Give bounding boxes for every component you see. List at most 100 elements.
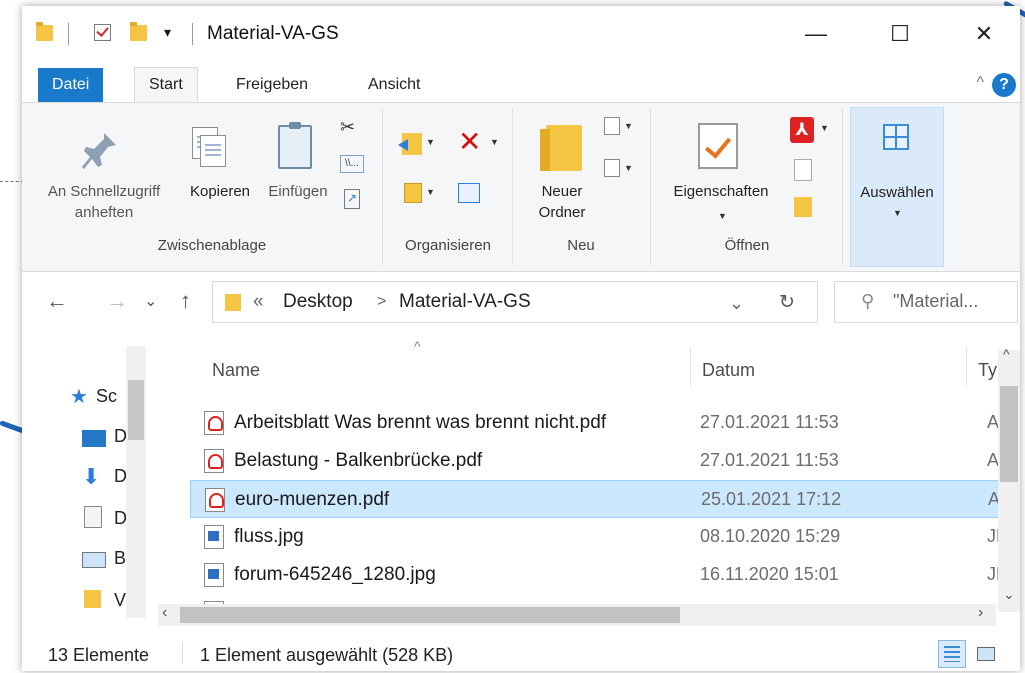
file-name: Belastung - Balkenbrücke.pdf bbox=[234, 450, 483, 471]
minimize-button[interactable]: — bbox=[788, 16, 844, 52]
pin-to-quick-access-button[interactable]: An Schnellzugriff anheften bbox=[26, 181, 182, 223]
item-count: 13 Elemente bbox=[48, 645, 150, 665]
breadcrumb-desktop[interactable]: Desktop bbox=[283, 291, 353, 313]
select-button[interactable]: Auswählen ▼ bbox=[850, 107, 944, 267]
new-item-icon[interactable] bbox=[604, 117, 620, 135]
select-label: Auswählen bbox=[860, 184, 934, 201]
table-row[interactable]: fluss.jpg 08.10.2020 15:29 JPG bbox=[190, 518, 1010, 556]
help-icon[interactable]: ? bbox=[992, 73, 1016, 97]
file-list-scrollbar[interactable]: ^ ⌄ bbox=[998, 346, 1020, 612]
easy-access-icon[interactable] bbox=[604, 159, 620, 177]
table-row-selected[interactable]: euro-muenzen.pdf 25.01.2021 17:12 Ado bbox=[190, 480, 1011, 518]
image-file-icon bbox=[204, 525, 224, 549]
large-icons-view-button[interactable] bbox=[972, 640, 1000, 668]
desktop-icon bbox=[82, 430, 106, 447]
selection-info: 1 Element ausgewählt (528 KB) bbox=[200, 645, 454, 665]
tab-start[interactable]: Start bbox=[134, 67, 198, 103]
nav-item-quick-access[interactable]: Sc bbox=[96, 386, 117, 407]
delete-icon[interactable]: ✕ bbox=[458, 125, 481, 158]
recent-locations-button[interactable]: ⌄ bbox=[144, 291, 157, 311]
chevron-down-icon: ▼ bbox=[718, 211, 727, 221]
paste-shortcut-icon[interactable]: ↗ bbox=[344, 189, 360, 209]
nav-item-folder[interactable]: V bbox=[114, 590, 126, 611]
column-header-name[interactable]: Name bbox=[212, 360, 260, 381]
paste-button[interactable]: Einfügen bbox=[258, 181, 338, 202]
address-bar[interactable]: « Desktop > Material-VA-GS ⌄ ↻ bbox=[212, 281, 818, 323]
chevron-down-icon: ▼ bbox=[624, 163, 633, 173]
new-folder-quick-icon[interactable] bbox=[130, 22, 147, 41]
nav-scrollbar[interactable] bbox=[126, 346, 146, 618]
navigation-pane: ^ ★ Sc D ⬇ D D B V ⌄ bbox=[22, 336, 180, 636]
move-to-icon[interactable] bbox=[398, 133, 422, 155]
copy-button[interactable]: Kopieren bbox=[180, 181, 260, 202]
breadcrumb-current[interactable]: Material-VA-GS bbox=[399, 291, 531, 313]
file-name: forum-645246_1280.jpg bbox=[234, 564, 436, 585]
refresh-button[interactable]: ↻ bbox=[779, 291, 795, 314]
maximize-button[interactable]: ☐ bbox=[872, 16, 928, 52]
scroll-left-icon[interactable]: ‹ bbox=[162, 604, 167, 622]
search-input[interactable]: ⚲ "Material... bbox=[834, 281, 1018, 323]
pin-icon bbox=[82, 133, 116, 169]
folder-icon bbox=[225, 294, 241, 311]
quick-access-dropdown-icon[interactable]: ▾ bbox=[164, 24, 171, 41]
properties-quick-icon[interactable] bbox=[94, 24, 111, 41]
status-bar: 13 Elemente 1 Element ausgewählt (528 KB… bbox=[22, 636, 1020, 671]
file-list-scroll-thumb[interactable] bbox=[1000, 386, 1018, 482]
cut-icon[interactable]: ✂ bbox=[340, 117, 355, 138]
paste-icon bbox=[278, 122, 312, 169]
image-file-icon bbox=[204, 563, 224, 587]
address-dropdown-button[interactable]: ⌄ bbox=[729, 293, 744, 314]
new-folder-icon bbox=[540, 125, 582, 171]
properties-button[interactable]: Eigenschaften bbox=[660, 181, 782, 202]
ribbon: An Schnellzugriff anheften Kopieren Einf… bbox=[22, 102, 1020, 272]
file-date: 25.01.2021 17:12 bbox=[701, 489, 842, 509]
close-button[interactable]: ✕ bbox=[956, 16, 1012, 52]
breadcrumb-overflow[interactable]: « bbox=[253, 291, 264, 313]
column-divider[interactable] bbox=[966, 346, 967, 386]
group-divider bbox=[842, 109, 843, 265]
nav-scroll-thumb[interactable] bbox=[128, 380, 144, 440]
rename-icon[interactable] bbox=[458, 183, 480, 203]
horizontal-scrollbar[interactable]: ‹ › bbox=[158, 604, 996, 626]
column-header-date[interactable]: Datum bbox=[702, 360, 755, 381]
copy-icon-front bbox=[200, 135, 226, 167]
file-name: fluss.jpg bbox=[234, 526, 304, 547]
pdf-file-icon bbox=[204, 449, 224, 473]
title-bar: ▾ Material-VA-GS — ☐ ✕ bbox=[22, 6, 1020, 62]
nav-item-pictures[interactable]: B bbox=[114, 548, 126, 569]
large-icons-view-icon bbox=[977, 647, 995, 661]
chevron-down-icon: ▼ bbox=[426, 137, 435, 147]
documents-icon bbox=[84, 506, 102, 528]
copy-to-icon[interactable] bbox=[404, 183, 422, 203]
tab-datei[interactable]: Datei bbox=[38, 68, 104, 102]
open-with-acrobat-icon[interactable]: ⅄ bbox=[790, 117, 814, 143]
file-name: Arbeitsblatt Was brennt was brennt nicht… bbox=[234, 412, 607, 433]
details-view-button[interactable] bbox=[938, 640, 966, 668]
tab-freigeben[interactable]: Freigeben bbox=[222, 68, 322, 102]
table-row-partial[interactable] bbox=[190, 594, 1010, 604]
horizontal-scroll-thumb[interactable] bbox=[180, 607, 680, 623]
collapse-ribbon-icon[interactable]: ^ bbox=[976, 74, 984, 92]
new-folder-label-line2: Ordner bbox=[538, 204, 586, 221]
tab-ansicht[interactable]: Ansicht bbox=[354, 68, 434, 102]
history-icon[interactable] bbox=[794, 197, 812, 217]
divider bbox=[182, 642, 183, 664]
scroll-down-icon[interactable]: ⌄ bbox=[1003, 586, 1015, 603]
copy-path-icon[interactable]: \\... bbox=[340, 155, 364, 173]
scroll-right-icon[interactable]: › bbox=[978, 604, 983, 622]
edit-icon[interactable] bbox=[794, 159, 812, 181]
up-button[interactable]: ↑ bbox=[180, 288, 191, 314]
table-row[interactable]: Belastung - Balkenbrücke.pdf 27.01.2021 … bbox=[190, 442, 1010, 480]
table-row[interactable]: Arbeitsblatt Was brennt was brennt nicht… bbox=[190, 404, 1010, 442]
table-row[interactable]: forum-645246_1280.jpg 16.11.2020 15:01 J… bbox=[190, 556, 1010, 594]
new-folder-button[interactable]: Neuer Ordner bbox=[522, 181, 602, 223]
forward-button[interactable]: → bbox=[106, 288, 128, 314]
pdf-file-icon bbox=[205, 488, 225, 512]
back-button[interactable]: ← bbox=[46, 288, 68, 314]
breadcrumb-separator[interactable]: > bbox=[377, 293, 386, 311]
annotation-dash bbox=[0, 181, 24, 182]
sort-ascending-icon: ^ bbox=[414, 338, 421, 354]
column-divider[interactable] bbox=[690, 346, 691, 386]
chevron-down-icon: ▼ bbox=[490, 137, 499, 147]
scroll-up-icon[interactable]: ^ bbox=[1003, 346, 1010, 362]
